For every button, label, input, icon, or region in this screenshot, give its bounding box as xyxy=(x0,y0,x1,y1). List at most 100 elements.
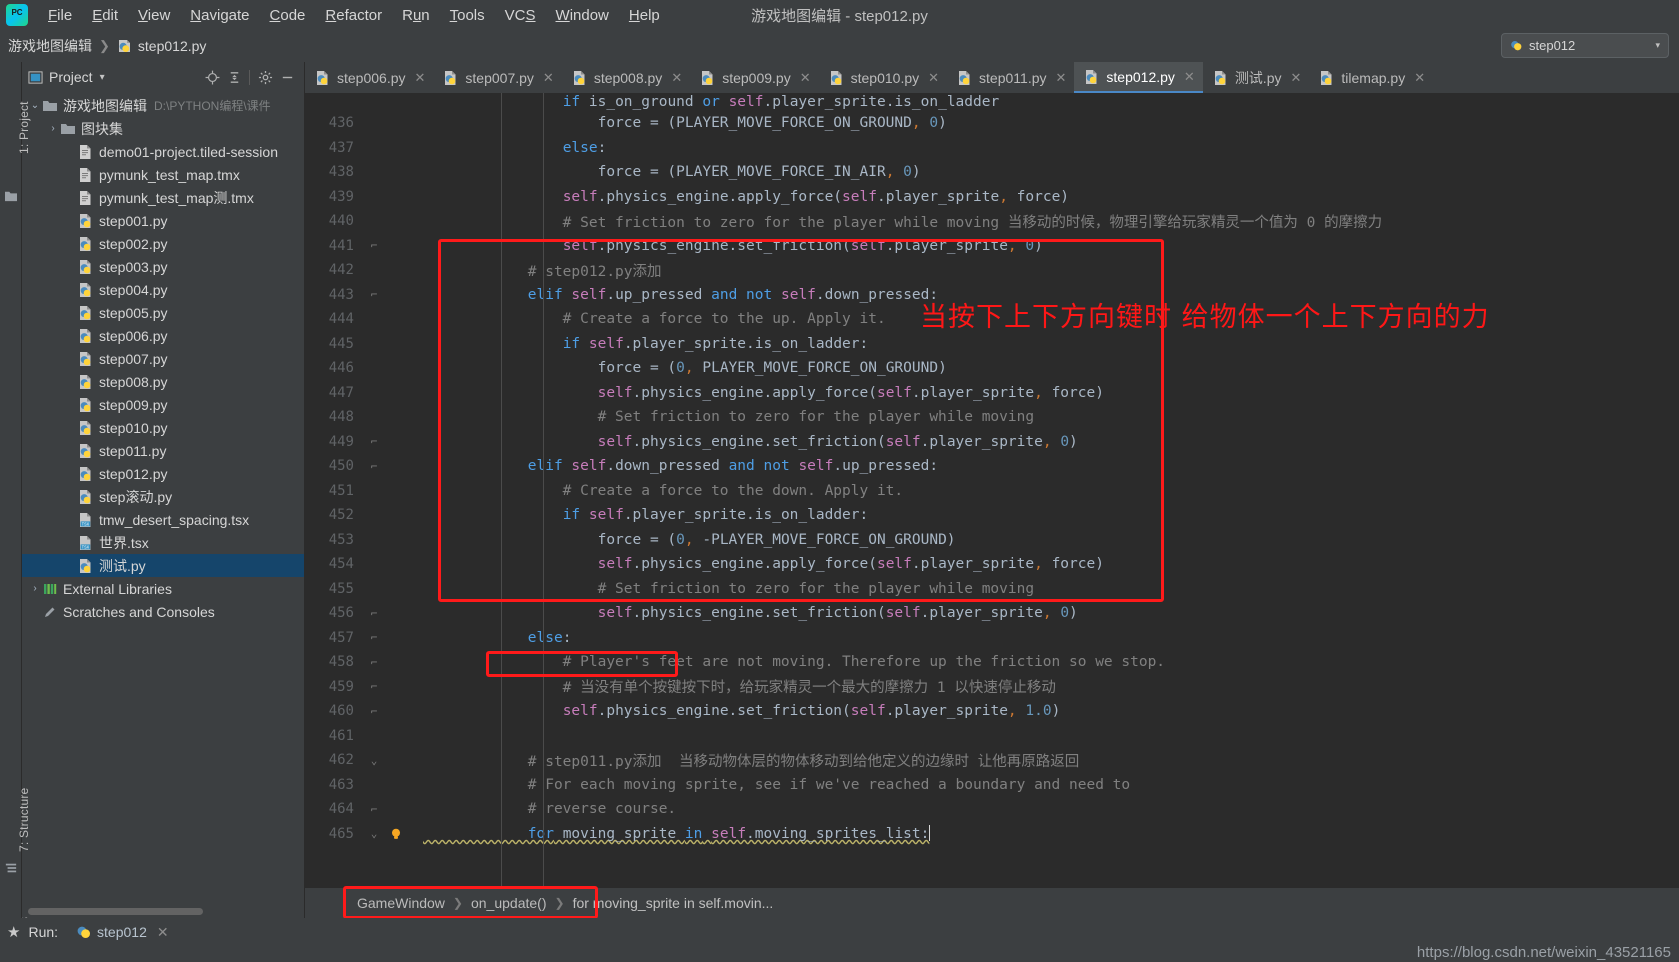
menu-help[interactable]: Help xyxy=(619,4,670,27)
code-line[interactable]: 451 # Create a force to the down. Apply … xyxy=(305,479,1679,504)
project-horizontal-scrollbar[interactable] xyxy=(22,906,304,918)
tree-item[interactable]: pymunk_test_map测.tmx xyxy=(22,186,304,209)
tree-item[interactable]: step011.py xyxy=(22,439,304,462)
sidebar-tab-project[interactable]: 1: Project xyxy=(17,101,31,154)
code-breadcrumb-class[interactable]: GameWindow xyxy=(357,895,445,911)
run-configuration-selector[interactable]: step012 ▾ xyxy=(1501,33,1669,58)
menu-refactor[interactable]: Refactor xyxy=(315,4,392,27)
chevron-right-icon[interactable]: › xyxy=(28,583,42,594)
tree-item[interactable]: › External Libraries xyxy=(22,577,304,600)
code-line[interactable]: 439 self.physics_engine.apply_force(self… xyxy=(305,185,1679,210)
menu-view[interactable]: View xyxy=(128,4,180,27)
menu-edit[interactable]: Edit xyxy=(82,4,128,27)
close-icon[interactable]: ✕ xyxy=(800,71,811,84)
fold-marker-icon[interactable]: ⌐ xyxy=(363,288,385,301)
code-line[interactable]: 446 force = (0, PLAYER_MOVE_FORCE_ON_GRO… xyxy=(305,356,1679,381)
code-line[interactable]: 436 force = (PLAYER_MOVE_FORCE_ON_GROUND… xyxy=(305,111,1679,136)
tree-item[interactable]: pymunk_test_map.tmx xyxy=(22,163,304,186)
favorites-star-icon[interactable]: ★ xyxy=(7,923,20,941)
tree-item[interactable]: step005.py xyxy=(22,301,304,324)
editor-tab-tilemap-py[interactable]: tilemap.py ✕ xyxy=(1309,62,1433,93)
tree-item[interactable]: step006.py xyxy=(22,324,304,347)
tree-item[interactable]: › 图块集 xyxy=(22,117,304,140)
code-line[interactable]: 460 ⌐ self.physics_engine.set_friction(se… xyxy=(305,699,1679,724)
close-icon[interactable]: ✕ xyxy=(1056,71,1067,84)
menu-window[interactable]: Window xyxy=(546,4,619,27)
locate-icon[interactable] xyxy=(201,66,223,88)
tree-item[interactable]: step008.py xyxy=(22,370,304,393)
sidebar-tab-structure[interactable]: 7: Structure xyxy=(17,788,31,852)
fold-marker-icon[interactable]: ⌄ xyxy=(363,827,385,840)
editor-tab-step006-py[interactable]: step006.py ✕ xyxy=(305,62,433,93)
tree-item[interactable]: step003.py xyxy=(22,255,304,278)
code-line[interactable]: 457 ⌐ else: xyxy=(305,626,1679,651)
tree-item[interactable]: 测试.py xyxy=(22,554,304,577)
code-line[interactable]: 462 ⌄ # step011.py添加 当移动物体层的物体移动到给他定义的边缘时… xyxy=(305,748,1679,773)
tree-item[interactable]: step007.py xyxy=(22,347,304,370)
close-icon[interactable]: ✕ xyxy=(415,71,426,84)
tree-item[interactable]: step009.py xyxy=(22,393,304,416)
code-line[interactable]: 464 ⌐ # reverse course. xyxy=(305,797,1679,822)
close-icon[interactable]: ✕ xyxy=(671,71,682,84)
structure-icon[interactable] xyxy=(4,862,18,874)
tree-item[interactable]: step004.py xyxy=(22,278,304,301)
intention-bulb-icon[interactable] xyxy=(385,827,407,841)
code-line[interactable]: 450 ⌐ elif self.down_pressed and not self… xyxy=(305,454,1679,479)
chevron-right-icon[interactable]: › xyxy=(46,123,60,134)
code-line[interactable]: 448 # Set friction to zero for the playe… xyxy=(305,405,1679,430)
close-icon[interactable]: ✕ xyxy=(157,924,169,941)
editor-tab-测试-py[interactable]: 测试.py ✕ xyxy=(1203,62,1310,93)
tree-item[interactable]: demo01-project.tiled-session xyxy=(22,140,304,163)
chevron-down-icon[interactable]: ▾ xyxy=(100,72,105,83)
menu-navigate[interactable]: Navigate xyxy=(180,4,259,27)
code-line[interactable]: 459 ⌐ # 当没有单个按键按下时，给玩家精灵一个最大的摩擦力 1 以快速停止移… xyxy=(305,675,1679,700)
collapse-all-icon[interactable] xyxy=(223,66,245,88)
close-icon[interactable]: ✕ xyxy=(1291,71,1302,84)
tree-item[interactable]: TSX 世界.tsx xyxy=(22,531,304,554)
fold-marker-icon[interactable]: ⌐ xyxy=(363,435,385,448)
settings-gear-icon[interactable] xyxy=(254,66,276,88)
folder-icon[interactable] xyxy=(4,190,18,202)
code-breadcrumb-statement[interactable]: for moving_sprite in self.movin... xyxy=(573,895,774,911)
code-line[interactable]: 453 force = (0, -PLAYER_MOVE_FORCE_ON_GR… xyxy=(305,528,1679,553)
menu-run[interactable]: Run xyxy=(392,4,440,27)
editor-tab-step012-py[interactable]: step012.py ✕ xyxy=(1074,62,1203,93)
code-line[interactable]: 455 # Set friction to zero for the playe… xyxy=(305,577,1679,602)
editor-tab-step007-py[interactable]: step007.py ✕ xyxy=(433,62,561,93)
fold-marker-icon[interactable]: ⌐ xyxy=(363,239,385,252)
fold-marker-icon[interactable]: ⌐ xyxy=(363,680,385,693)
code-line[interactable]: 463 # For each moving sprite, see if we'… xyxy=(305,773,1679,798)
code-line[interactable]: 447 self.physics_engine.apply_force(self… xyxy=(305,381,1679,406)
menu-file[interactable]: File xyxy=(38,4,82,27)
tree-item[interactable]: step010.py xyxy=(22,416,304,439)
hide-panel-icon[interactable] xyxy=(276,66,298,88)
fold-marker-icon[interactable]: ⌐ xyxy=(363,803,385,816)
fold-marker-icon[interactable]: ⌐ xyxy=(363,656,385,669)
code-editor[interactable]: if is_on_ground or self.player_sprite.is… xyxy=(305,93,1679,888)
close-icon[interactable]: ✕ xyxy=(1184,70,1195,83)
tree-item[interactable]: step012.py xyxy=(22,462,304,485)
code-line[interactable]: 454 self.physics_engine.apply_force(self… xyxy=(305,552,1679,577)
code-line[interactable]: 452 if self.player_sprite.is_on_ladder: xyxy=(305,503,1679,528)
tree-item[interactable]: TSX tmw_desert_spacing.tsx xyxy=(22,508,304,531)
editor-tab-step009-py[interactable]: step009.py ✕ xyxy=(690,62,818,93)
code-line[interactable]: 449 ⌐ self.physics_engine.set_friction(se… xyxy=(305,430,1679,455)
code-line[interactable]: 440 # Set friction to zero for the playe… xyxy=(305,209,1679,234)
tree-item[interactable]: step002.py xyxy=(22,232,304,255)
close-icon[interactable]: ✕ xyxy=(928,71,939,84)
editor-tab-step011-py[interactable]: step011.py ✕ xyxy=(947,62,1074,93)
code-line[interactable]: 441 ⌐ self.physics_engine.set_friction(se… xyxy=(305,234,1679,259)
code-lines[interactable]: if is_on_ground or self.player_sprite.is… xyxy=(305,93,1679,888)
editor-tab-step010-py[interactable]: step010.py ✕ xyxy=(819,62,947,93)
tree-item[interactable]: step滚动.py xyxy=(22,485,304,508)
code-line[interactable]: 437 else: xyxy=(305,136,1679,161)
code-line[interactable]: 458 ⌐ # Player's feet are not moving. The… xyxy=(305,650,1679,675)
code-breadcrumb-method[interactable]: on_update() xyxy=(471,895,547,911)
code-line[interactable]: 465 ⌄ for moving_sprite in self.moving_sp… xyxy=(305,822,1679,847)
code-line[interactable]: 438 force = (PLAYER_MOVE_FORCE_IN_AIR, 0… xyxy=(305,160,1679,185)
code-line[interactable]: 461 xyxy=(305,724,1679,749)
tree-item[interactable]: Scratches and Consoles xyxy=(22,600,304,623)
fold-marker-icon[interactable]: ⌐ xyxy=(363,631,385,644)
close-icon[interactable]: ✕ xyxy=(1414,71,1425,84)
fold-marker-icon[interactable]: ⌐ xyxy=(363,607,385,620)
